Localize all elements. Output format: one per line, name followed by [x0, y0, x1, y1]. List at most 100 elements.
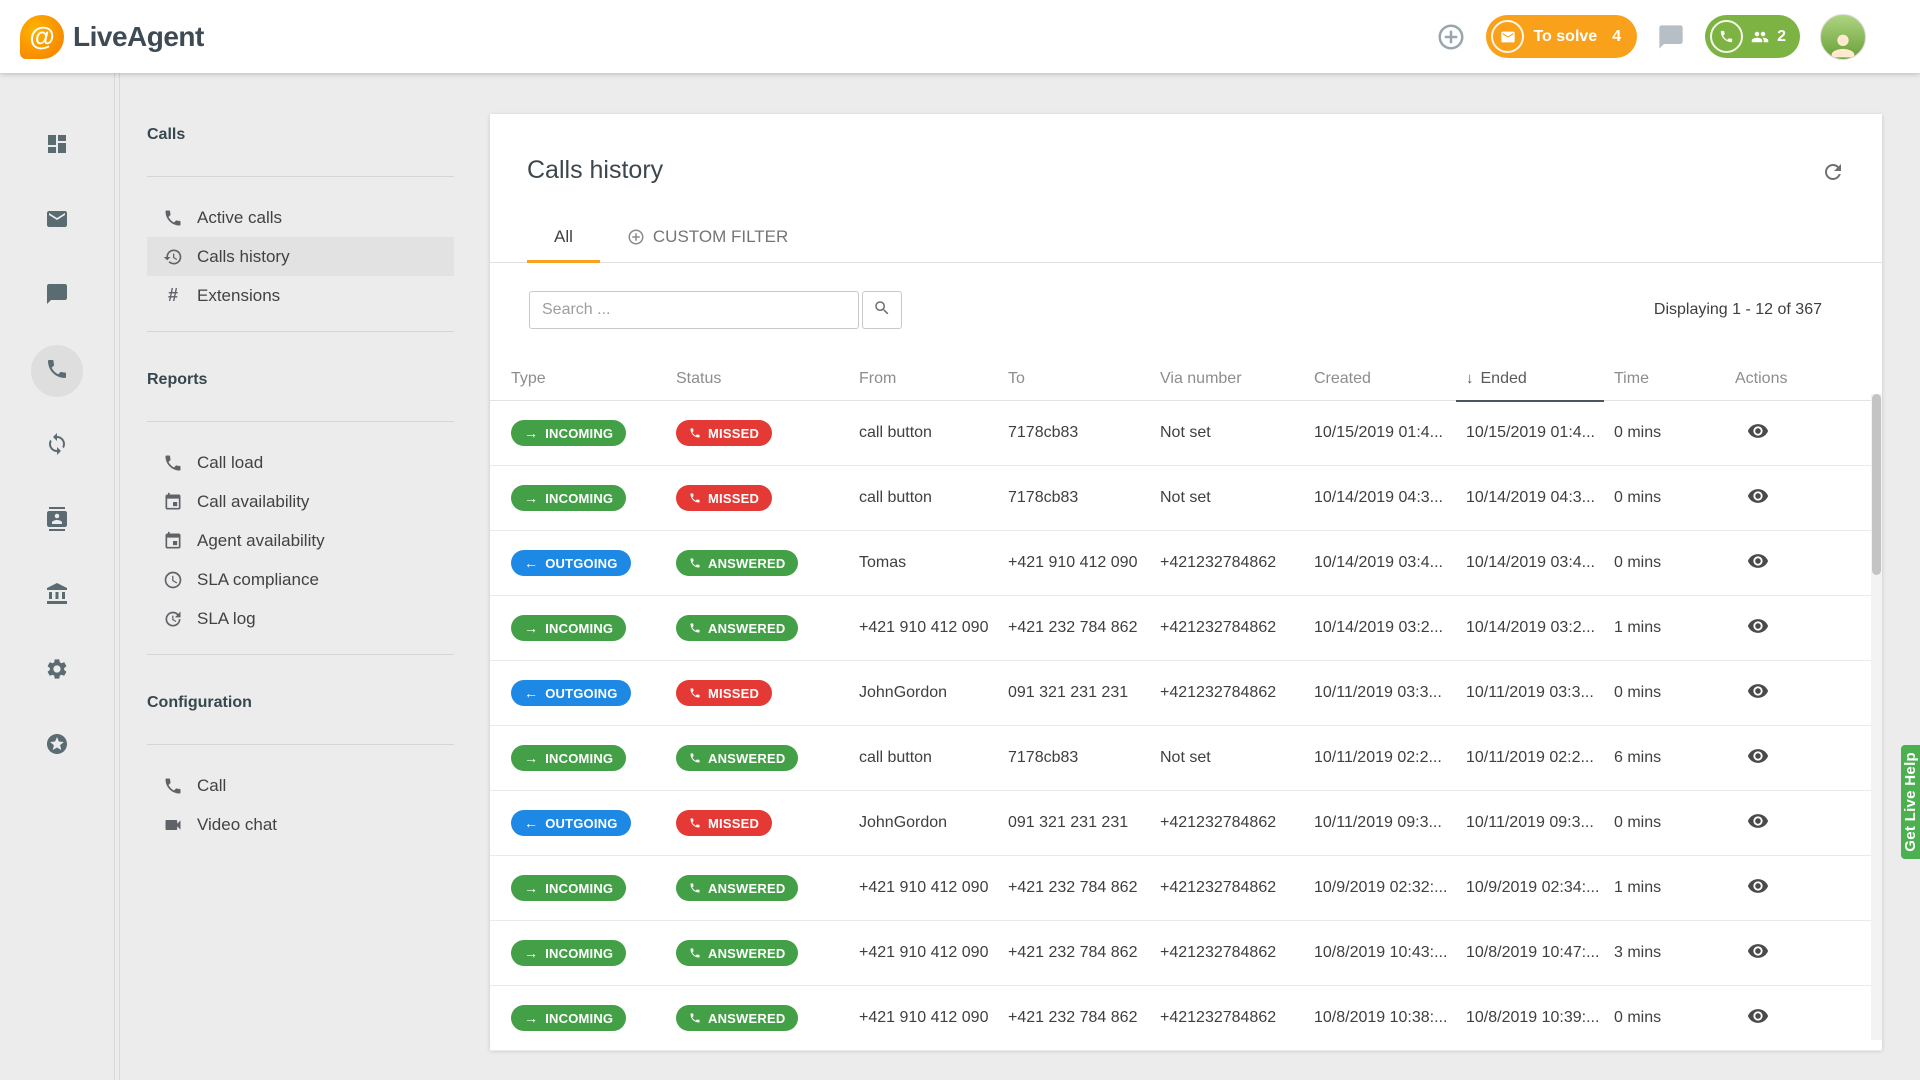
column-header-type[interactable]: Type [511, 356, 676, 401]
tab-custom-filter[interactable]: CUSTOM FILTER [600, 211, 815, 263]
clock-icon [163, 570, 183, 590]
table-scrollbar[interactable] [1871, 394, 1882, 1040]
table-body: →INCOMINGMISSEDcall button7178cb83Not se… [490, 401, 1882, 1051]
get-live-help-button[interactable]: Get Live Help [1901, 745, 1920, 859]
ended-cell: 10/11/2019 02:2... [1466, 749, 1614, 767]
table-row[interactable]: →INCOMINGMISSEDcall button7178cb83Not se… [490, 401, 1882, 466]
column-header-time[interactable]: Time [1614, 356, 1735, 401]
sidebar-item-label: SLA log [197, 609, 256, 629]
table-row[interactable]: →INCOMINGANSWEREDcall button7178cb83Not … [490, 726, 1882, 791]
call-type-badge: →INCOMING [511, 940, 626, 966]
call-type-badge: ←OUTGOING [511, 550, 631, 576]
created-cell: 10/9/2019 02:32:... [1314, 879, 1466, 897]
table-row[interactable]: →INCOMINGMISSEDcall button7178cb83Not se… [490, 466, 1882, 531]
arrow-right-icon: → [524, 1011, 538, 1025]
phone-icon [689, 687, 701, 699]
sidebar-item-call-load[interactable]: Call load [147, 443, 454, 482]
view-call-icon[interactable] [1747, 745, 1769, 767]
nav-section-title: Configuration [147, 691, 454, 715]
view-call-icon[interactable] [1747, 875, 1769, 897]
search-button[interactable] [862, 291, 902, 329]
call-status-badge: ANSWERED [676, 940, 798, 966]
column-header-actions[interactable]: Actions [1735, 356, 1858, 401]
topbar: @ LiveAgent To solve 4 2 [0, 0, 1920, 73]
created-cell: 10/11/2019 03:3... [1314, 684, 1466, 702]
table-row[interactable]: →INCOMINGANSWERED+421 910 412 090+421 23… [490, 986, 1882, 1051]
rail-contacts-icon[interactable] [31, 495, 83, 547]
sidebar-item-video-chat[interactable]: Video chat [147, 805, 454, 844]
to-cell: 091 321 231 231 [1008, 814, 1160, 832]
to-cell: 7178cb83 [1008, 749, 1160, 767]
arrow-right-icon: → [524, 881, 538, 895]
call-status-badge: ANSWERED [676, 1005, 798, 1031]
column-header-to[interactable]: To [1008, 356, 1160, 401]
sidebar-item-extensions[interactable]: #Extensions [147, 276, 454, 315]
view-call-icon[interactable] [1747, 485, 1769, 507]
table-row[interactable]: →INCOMINGANSWERED+421 910 412 090+421 23… [490, 856, 1882, 921]
rail-dashboard-icon[interactable] [31, 120, 83, 172]
tabs: All CUSTOM FILTER [527, 211, 815, 263]
created-cell: 10/15/2019 01:4... [1314, 424, 1466, 442]
tab-all[interactable]: All [527, 211, 600, 263]
rail-sync-icon[interactable] [31, 420, 83, 472]
brand[interactable]: @ LiveAgent [20, 15, 204, 59]
chat-bubble-icon[interactable] [1657, 23, 1685, 51]
from-cell: call button [859, 424, 1008, 442]
ended-cell: 10/11/2019 03:3... [1466, 684, 1614, 702]
sidebar-item-active-calls[interactable]: Active calls [147, 198, 454, 237]
to-solve-count: 4 [1612, 28, 1621, 46]
rail-bank-icon[interactable] [31, 570, 83, 622]
time-cell: 3 mins [1614, 944, 1735, 962]
sidebar-item-agent-availability[interactable]: Agent availability [147, 521, 454, 560]
view-call-icon[interactable] [1747, 680, 1769, 702]
column-header-via-number[interactable]: Via number [1160, 356, 1314, 401]
user-avatar[interactable] [1820, 14, 1866, 60]
phone-icon [163, 453, 183, 473]
column-header-created[interactable]: Created [1314, 356, 1466, 401]
table-row[interactable]: ←OUTGOINGMISSEDJohnGordon091 321 231 231… [490, 791, 1882, 856]
search-group [529, 291, 902, 329]
table-row[interactable]: ←OUTGOINGMISSEDJohnGordon091 321 231 231… [490, 661, 1882, 726]
table-row[interactable]: →INCOMINGANSWERED+421 910 412 090+421 23… [490, 921, 1882, 986]
column-header-from[interactable]: From [859, 356, 1008, 401]
sidebar-item-label: Agent availability [197, 531, 325, 551]
arrow-left-icon: ← [524, 816, 538, 830]
refresh-icon[interactable] [1821, 160, 1845, 184]
rail-star-icon[interactable] [31, 720, 83, 772]
view-call-icon[interactable] [1747, 420, 1769, 442]
sidebar-item-calls-history[interactable]: Calls history [147, 237, 454, 276]
via-number-cell: Not set [1160, 749, 1314, 767]
view-call-icon[interactable] [1747, 940, 1769, 962]
view-call-icon[interactable] [1747, 550, 1769, 572]
rail-settings-icon[interactable] [31, 645, 83, 697]
sidebar-item-call[interactable]: Call [147, 766, 454, 805]
mail-icon [1491, 20, 1524, 53]
to-solve-button[interactable]: To solve 4 [1486, 15, 1637, 58]
sidebar-item-label: Active calls [197, 208, 282, 228]
time-cell: 1 mins [1614, 619, 1735, 637]
add-new-icon[interactable] [1436, 22, 1466, 52]
column-header-ended[interactable]: ↓Ended [1466, 356, 1614, 401]
rail-phone-icon[interactable] [31, 345, 83, 397]
view-call-icon[interactable] [1747, 1005, 1769, 1027]
plus-circle-icon [627, 228, 645, 246]
call-status-badge: ANSWERED [676, 875, 798, 901]
table-header: TypeStatusFromToVia numberCreated↓EndedT… [490, 356, 1882, 401]
column-header-status[interactable]: Status [676, 356, 859, 401]
sidebar-item-call-availability[interactable]: Call availability [147, 482, 454, 521]
table-row[interactable]: →INCOMINGANSWERED+421 910 412 090+421 23… [490, 596, 1882, 661]
sidebar-item-sla-compliance[interactable]: SLA compliance [147, 560, 454, 599]
view-call-icon[interactable] [1747, 810, 1769, 832]
scrollbar-thumb[interactable] [1872, 394, 1881, 575]
table-row[interactable]: ←OUTGOINGANSWEREDTomas+421 910 412 090+4… [490, 531, 1882, 596]
calendar-icon [163, 492, 183, 512]
view-call-icon[interactable] [1747, 615, 1769, 637]
sidebar-item-sla-log[interactable]: SLA log [147, 599, 454, 638]
search-input[interactable] [529, 291, 859, 329]
rail-mail-icon[interactable] [31, 195, 83, 247]
via-number-cell: +421232784862 [1160, 554, 1314, 572]
rail-chat-icon[interactable] [31, 270, 83, 322]
sidebar-nav: CallsActive callsCalls history#Extension… [119, 73, 454, 1080]
online-calls-button[interactable]: 2 [1705, 15, 1800, 58]
ended-cell: 10/15/2019 01:4... [1466, 424, 1614, 442]
